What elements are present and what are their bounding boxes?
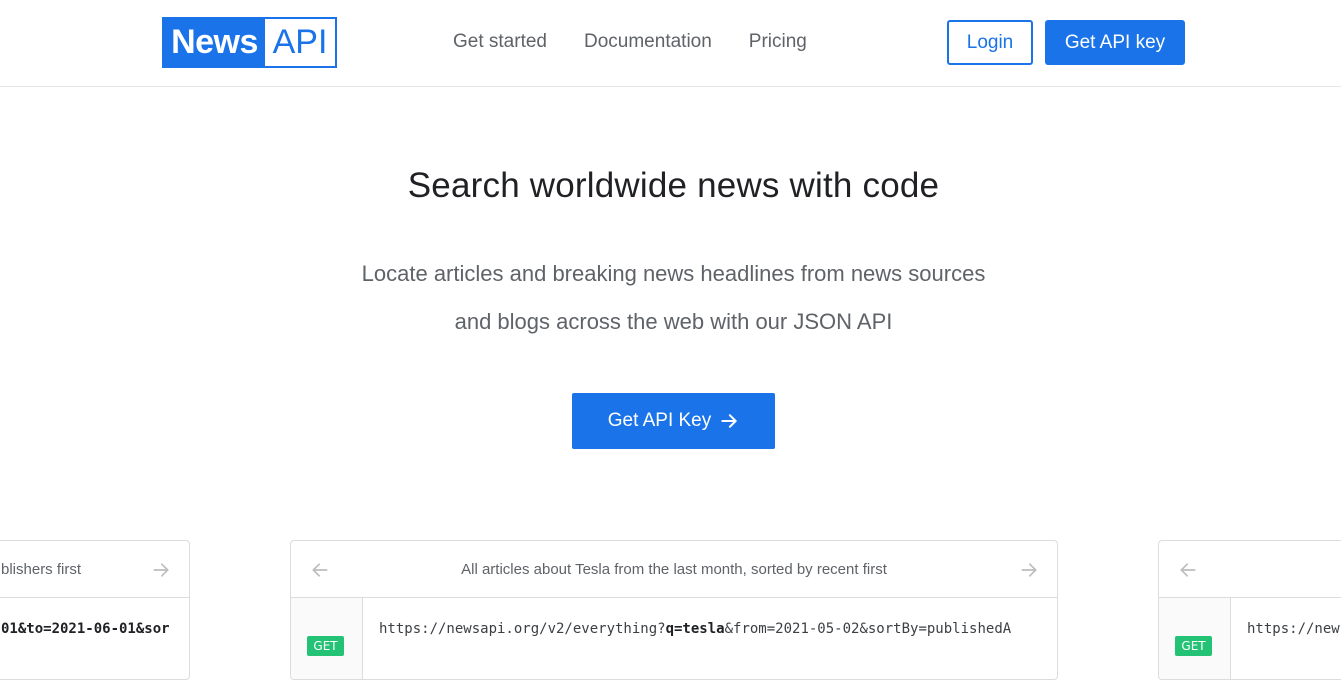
request-url: 01&to=2021-06-01&sor bbox=[1, 621, 170, 637]
url-prefix: https://new bbox=[1247, 621, 1340, 637]
main-nav: Get started Documentation Pricing bbox=[453, 30, 844, 54]
get-method-badge: GET bbox=[307, 636, 344, 656]
url-query: q=tesla bbox=[665, 621, 725, 637]
card-header: All articles about Tesla from the last m… bbox=[291, 541, 1057, 598]
logo-api-text: API bbox=[265, 19, 335, 66]
newsapi-logo[interactable]: News API bbox=[162, 17, 337, 68]
site-header: News API Get started Documentation Prici… bbox=[0, 0, 1341, 87]
hero-subtitle: Locate articles and breaking news headli… bbox=[361, 261, 986, 334]
example-card-left: blishers first 01&to=2021-06-01&sor bbox=[0, 540, 190, 680]
arrow-right-icon bbox=[721, 414, 737, 428]
nav-get-started[interactable]: Get started bbox=[453, 30, 547, 54]
request-url[interactable]: https://new bbox=[1247, 621, 1340, 637]
prev-arrow-icon[interactable] bbox=[1178, 560, 1198, 580]
card-header: blishers first bbox=[0, 541, 189, 598]
method-column: GET bbox=[291, 598, 363, 679]
prev-arrow-icon[interactable] bbox=[310, 560, 330, 580]
get-method-badge: GET bbox=[1175, 636, 1212, 656]
nav-pricing[interactable]: Pricing bbox=[749, 30, 807, 54]
method-column: GET bbox=[1159, 598, 1231, 679]
url-bold: 01&to=2021-06-01&sor bbox=[1, 621, 170, 637]
example-card-center: All articles about Tesla from the last m… bbox=[290, 540, 1058, 680]
nav-documentation[interactable]: Documentation bbox=[584, 30, 712, 54]
cta-label: Get API Key bbox=[607, 410, 712, 431]
card-description: All articles about Tesla from the last m… bbox=[461, 561, 887, 578]
url-suffix: &from=2021-05-02&sortBy=publishedA bbox=[724, 621, 1012, 637]
card-header bbox=[1159, 541, 1341, 598]
hero-title: Search worldwide news with code bbox=[407, 166, 940, 205]
get-api-key-button[interactable]: Get API key bbox=[1045, 20, 1185, 65]
logo-news-text: News bbox=[171, 23, 258, 61]
get-api-key-cta-button[interactable]: Get API Key bbox=[572, 393, 775, 449]
url-prefix: https://newsapi.org/v2/everything? bbox=[379, 621, 666, 637]
example-card-right: GET https://new bbox=[1158, 540, 1341, 680]
next-arrow-icon[interactable] bbox=[151, 560, 171, 580]
request-url[interactable]: https://newsapi.org/v2/everything?q=tesl… bbox=[379, 621, 1011, 637]
login-button[interactable]: Login bbox=[947, 20, 1033, 65]
next-arrow-icon[interactable] bbox=[1019, 560, 1039, 580]
